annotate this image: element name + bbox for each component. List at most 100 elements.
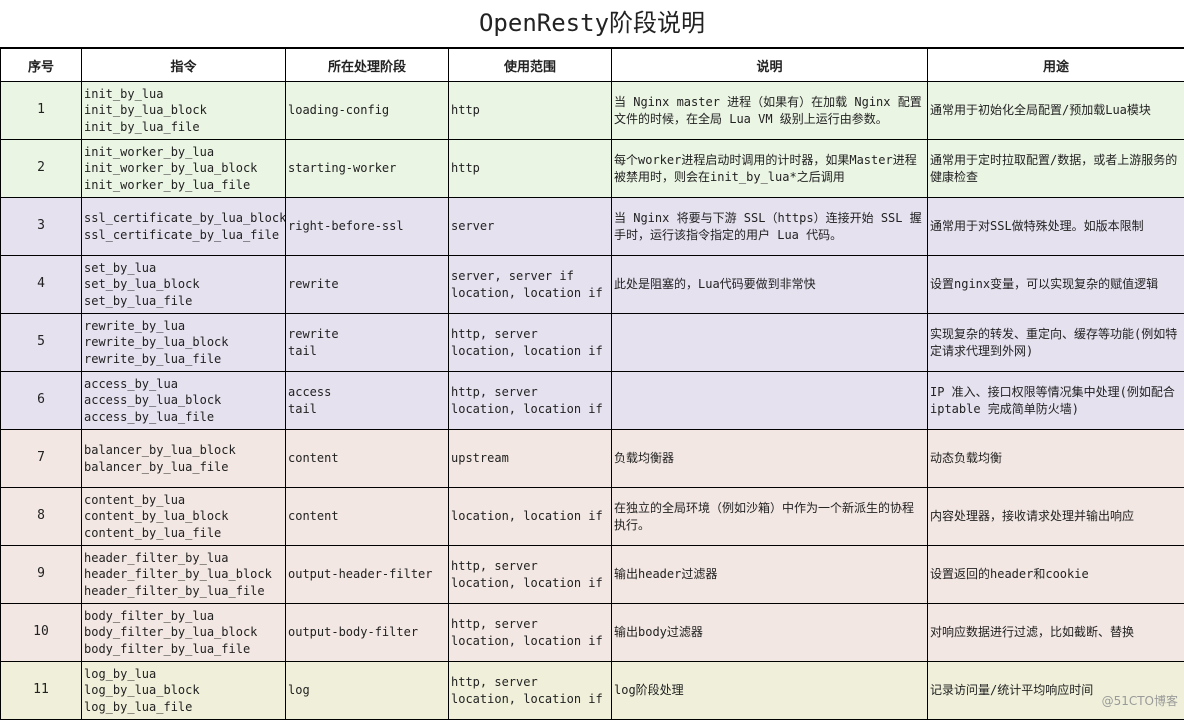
phase-line: rewrite bbox=[288, 276, 446, 293]
directive-cell: init_by_luainit_by_lua_blockinit_by_lua_… bbox=[82, 82, 286, 140]
scope-line: http, server bbox=[451, 674, 609, 691]
scope-line: location, location if bbox=[451, 401, 609, 418]
directives-line: init_worker_by_lua bbox=[84, 144, 283, 161]
description-cell bbox=[612, 314, 928, 372]
phase-line: log bbox=[288, 682, 446, 699]
table-row: 4set_by_luaset_by_lua_blockset_by_lua_fi… bbox=[1, 256, 1184, 314]
scope-line: location, location if bbox=[451, 575, 609, 592]
directives-line: set_by_lua_file bbox=[84, 293, 283, 310]
table-row: 7balancer_by_lua_blockbalancer_by_lua_fi… bbox=[1, 430, 1184, 488]
row-number: 2 bbox=[1, 140, 82, 198]
directives-line: rewrite_by_lua_block bbox=[84, 334, 283, 351]
directive-cell: set_by_luaset_by_lua_blockset_by_lua_fil… bbox=[82, 256, 286, 314]
scope-line: location, location if bbox=[451, 285, 609, 302]
header-row: 序号 指令 所在处理阶段 使用范围 说明 用途 bbox=[1, 49, 1184, 82]
phase-line: content bbox=[288, 508, 446, 525]
table-row: 10body_filter_by_luabody_filter_by_lua_b… bbox=[1, 604, 1184, 662]
scope-line: http, server bbox=[451, 326, 609, 343]
description-cell: 在独立的全局环境（例如沙箱）中作为一个新派生的协程执行。 bbox=[612, 488, 928, 546]
table-row: 9header_filter_by_luaheader_filter_by_lu… bbox=[1, 546, 1184, 604]
directives-line: init_worker_by_lua_block bbox=[84, 160, 283, 177]
scope-cell: location, location if bbox=[449, 488, 612, 546]
description-cell: 每个worker进程启动时调用的计时器，如果Master进程被禁用时，则会在in… bbox=[612, 140, 928, 198]
table-row: 11log_by_lualog_by_lua_blocklog_by_lua_f… bbox=[1, 662, 1184, 720]
row-number: 6 bbox=[1, 372, 82, 430]
scope-cell: http, serverlocation, location if bbox=[449, 314, 612, 372]
phase-line: tail bbox=[288, 343, 446, 360]
phase-table: 序号 指令 所在处理阶段 使用范围 说明 用途 1init_by_luainit… bbox=[0, 48, 1184, 720]
phase-cell: content bbox=[286, 430, 449, 488]
header-cell: 指令 bbox=[82, 49, 286, 82]
phase-line: loading-config bbox=[288, 102, 446, 119]
row-number: 7 bbox=[1, 430, 82, 488]
scope-line: location, location if bbox=[451, 508, 609, 525]
usage-cell: IP 准入、接口权限等情况集中处理(例如配合 iptable 完成简单防火墙) bbox=[928, 372, 1184, 430]
scope-cell: server bbox=[449, 198, 612, 256]
description-cell: log阶段处理 bbox=[612, 662, 928, 720]
directives-line: header_filter_by_lua bbox=[84, 550, 283, 567]
header-cell: 所在处理阶段 bbox=[286, 49, 449, 82]
phase-line: output-body-filter bbox=[288, 624, 446, 641]
description-cell: 当 Nginx master 进程（如果有）在加载 Nginx 配置文件的时候，… bbox=[612, 82, 928, 140]
directives-line: init_worker_by_lua_file bbox=[84, 177, 283, 194]
scope-line: location, location if bbox=[451, 343, 609, 360]
directives-line: rewrite_by_lua bbox=[84, 318, 283, 335]
usage-cell: 对响应数据进行过滤，比如截断、替换 bbox=[928, 604, 1184, 662]
scope-line: http bbox=[451, 160, 609, 177]
directives-line: body_filter_by_lua_block bbox=[84, 624, 283, 641]
directive-cell: body_filter_by_luabody_filter_by_lua_blo… bbox=[82, 604, 286, 662]
table-row: 6access_by_luaaccess_by_lua_blockaccess_… bbox=[1, 372, 1184, 430]
row-number: 5 bbox=[1, 314, 82, 372]
scope-cell: http bbox=[449, 140, 612, 198]
scope-line: http, server bbox=[451, 384, 609, 401]
scope-cell: upstream bbox=[449, 430, 612, 488]
scope-line: location, location if bbox=[451, 691, 609, 708]
description-cell: 负载均衡器 bbox=[612, 430, 928, 488]
scope-cell: http, serverlocation, location if bbox=[449, 372, 612, 430]
directives-line: rewrite_by_lua_file bbox=[84, 351, 283, 368]
phase-cell: log bbox=[286, 662, 449, 720]
header-cell: 用途 bbox=[928, 49, 1184, 82]
scope-cell: http, serverlocation, location if bbox=[449, 662, 612, 720]
usage-cell: 设置nginx变量，可以实现复杂的赋值逻辑 bbox=[928, 256, 1184, 314]
phase-line: rewrite bbox=[288, 326, 446, 343]
directive-cell: init_worker_by_luainit_worker_by_lua_blo… bbox=[82, 140, 286, 198]
phase-cell: rewrite bbox=[286, 256, 449, 314]
directives-line: body_filter_by_lua_file bbox=[84, 641, 283, 658]
phase-cell: accesstail bbox=[286, 372, 449, 430]
directives-line: log_by_lua bbox=[84, 666, 283, 683]
scope-cell: http, serverlocation, location if bbox=[449, 546, 612, 604]
directives-line: init_by_lua_block bbox=[84, 102, 283, 119]
scope-cell: http bbox=[449, 82, 612, 140]
directives-line: balancer_by_lua_block bbox=[84, 442, 283, 459]
directives-line: content_by_lua_file bbox=[84, 525, 283, 542]
description-cell: 此处是阻塞的，Lua代码要做到非常快 bbox=[612, 256, 928, 314]
directives-line: log_by_lua_block bbox=[84, 682, 283, 699]
table-row: 1init_by_luainit_by_lua_blockinit_by_lua… bbox=[1, 82, 1184, 140]
directive-cell: access_by_luaaccess_by_lua_blockaccess_b… bbox=[82, 372, 286, 430]
usage-cell: 记录访问量/统计平均响应时间 bbox=[928, 662, 1184, 720]
header-cell: 说明 bbox=[612, 49, 928, 82]
scope-line: http, server bbox=[451, 558, 609, 575]
watermark: @51CTO博客 bbox=[1102, 692, 1178, 709]
header-cell: 序号 bbox=[1, 49, 82, 82]
phase-cell: right-before-ssl bbox=[286, 198, 449, 256]
phase-line: access bbox=[288, 384, 446, 401]
directives-line: balancer_by_lua_file bbox=[84, 459, 283, 476]
phase-cell: output-header-filter bbox=[286, 546, 449, 604]
directive-cell: content_by_luacontent_by_lua_blockconten… bbox=[82, 488, 286, 546]
scope-line: server bbox=[451, 218, 609, 235]
directive-cell: balancer_by_lua_blockbalancer_by_lua_fil… bbox=[82, 430, 286, 488]
directives-line: header_filter_by_lua_file bbox=[84, 583, 283, 600]
directives-line: ssl_certificate_by_lua_file bbox=[84, 227, 283, 244]
usage-cell: 通常用于对SSL做特殊处理。如版本限制 bbox=[928, 198, 1184, 256]
usage-cell: 内容处理器，接收请求处理并输出响应 bbox=[928, 488, 1184, 546]
directive-cell: log_by_lualog_by_lua_blocklog_by_lua_fil… bbox=[82, 662, 286, 720]
directives-line: body_filter_by_lua bbox=[84, 608, 283, 625]
directive-cell: header_filter_by_lua header_filter_by_lua… bbox=[82, 546, 286, 604]
phase-cell: rewritetail bbox=[286, 314, 449, 372]
directives-line: init_by_lua_file bbox=[84, 119, 283, 136]
description-cell: 当 Nginx 将要与下游 SSL（https）连接开始 SSL 握手时，运行该… bbox=[612, 198, 928, 256]
description-cell bbox=[612, 372, 928, 430]
row-number: 1 bbox=[1, 82, 82, 140]
